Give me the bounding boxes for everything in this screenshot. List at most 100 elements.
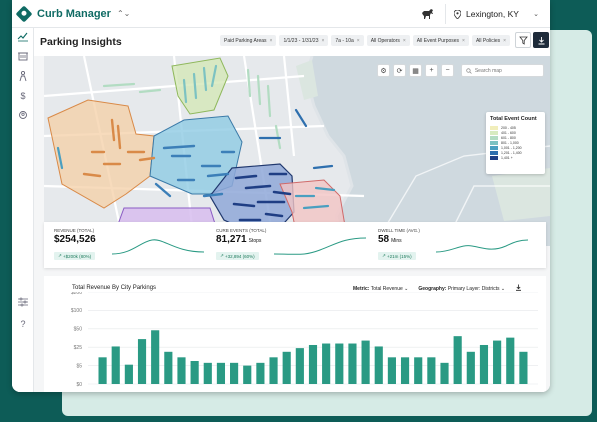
zoom-out-icon[interactable]: − [441, 64, 454, 77]
group-icon[interactable] [17, 110, 29, 122]
settings-icon[interactable]: ⚙ [377, 64, 390, 77]
stat-delta-value: +$200k (80%) [63, 253, 92, 259]
chart-bar[interactable] [243, 365, 252, 384]
chart-bar[interactable] [137, 339, 147, 384]
chart-bar[interactable] [216, 362, 226, 384]
y-tick-label: $50 [74, 327, 83, 333]
page-header: Parking Insights Paid Parking Areas × 1/1… [34, 28, 550, 56]
person-icon[interactable] [17, 70, 29, 82]
chart-bar[interactable] [295, 348, 304, 384]
legend-swatch [490, 150, 498, 155]
funnel-icon [518, 36, 528, 45]
legend-item: 1,401 + [490, 155, 541, 160]
chart-bar[interactable] [98, 357, 107, 384]
filter-chip[interactable]: All Policies × [471, 35, 511, 46]
legend-label: 1,201 - 1,400 [501, 150, 522, 155]
chart-bar[interactable] [322, 343, 331, 384]
chart-bar[interactable] [164, 351, 173, 384]
app-window: Curb Manager ⌃⌄ Lexington, KY ⌄ $ ? Park… [12, 0, 550, 392]
chart-bar[interactable] [427, 357, 436, 384]
close-icon[interactable]: × [462, 38, 465, 44]
top-bar: Curb Manager ⌃⌄ Lexington, KY ⌄ [12, 0, 550, 28]
download-button[interactable] [533, 32, 549, 48]
chart-bar[interactable] [203, 362, 212, 384]
chart-bar[interactable] [414, 357, 423, 384]
geography-selector[interactable]: Geography: Primary Layer: Districts ⌄ [418, 286, 505, 292]
revenue-chart-card: Total Revenue By City Parkings Metric: T… [44, 276, 546, 392]
zoom-in-icon[interactable]: + [425, 64, 438, 77]
filter-chip[interactable]: All Operators × [366, 35, 410, 46]
layers-icon[interactable]: ▦ [409, 64, 422, 77]
filter-chip-label: All Operators [370, 37, 400, 44]
location-selector[interactable]: Lexington, KY ⌄ [445, 4, 545, 24]
map-view[interactable]: ⚙ ⟳ ▦ + − Total Event Count 200 - 405 40… [44, 56, 550, 246]
stat-delta: ↗ +21m (15%) [378, 252, 416, 260]
geography-label: Geography: [418, 285, 447, 292]
stat-delta: ↗ +32,894 (60%) [216, 252, 259, 260]
filter-chip[interactable]: All Event Purposes × [412, 35, 469, 46]
filter-chip-label: Paid Parking Areas [224, 37, 267, 44]
refresh-icon[interactable]: ⟳ [393, 64, 406, 77]
filter-chip[interactable]: Paid Parking Areas × [220, 35, 277, 46]
chart-bar[interactable] [400, 357, 410, 384]
close-icon[interactable]: × [403, 38, 406, 44]
help-icon[interactable]: ? [17, 318, 29, 330]
legend-swatch [490, 155, 498, 160]
chart-bar[interactable] [466, 351, 475, 384]
chart-bar[interactable] [177, 357, 186, 384]
chart-bar[interactable] [440, 362, 449, 384]
filter-chip[interactable]: 7a - 10a × [331, 35, 364, 46]
close-icon[interactable]: × [357, 38, 360, 44]
legend-title: Total Event Count [490, 116, 537, 122]
legend-label: 1,001 - 1,200 [501, 145, 522, 150]
chevron-down-icon: ⌄ [533, 11, 539, 18]
chart-bar[interactable] [282, 351, 291, 384]
close-icon[interactable]: × [270, 38, 273, 44]
search-icon [466, 67, 472, 74]
sliders-icon[interactable] [17, 296, 29, 308]
chart-bar[interactable] [374, 346, 383, 384]
chart-bar[interactable] [453, 336, 462, 384]
close-icon[interactable]: × [503, 38, 506, 44]
filter-button[interactable] [515, 32, 531, 48]
chart-bar[interactable] [124, 364, 133, 384]
chart-bar[interactable] [256, 362, 265, 384]
chart-bar[interactable] [519, 351, 528, 384]
stat-number: $254,526 [54, 234, 96, 245]
chart-bar[interactable] [361, 340, 370, 384]
map-search[interactable] [461, 64, 544, 77]
chart-bar[interactable] [335, 343, 344, 384]
chart-bar[interactable] [269, 357, 278, 384]
stat-unit: Mins [391, 238, 402, 244]
chart-bar[interactable] [348, 343, 357, 384]
sparkline [112, 239, 204, 255]
chart-bar[interactable] [151, 330, 160, 384]
app-switcher[interactable]: Curb Manager ⌃⌄ [15, 5, 131, 22]
chart-bar[interactable] [387, 357, 396, 384]
map-canvas[interactable] [44, 56, 550, 246]
map-controls: ⚙ ⟳ ▦ + − [377, 64, 454, 77]
chevron-updown-icon: ⌃⌄ [116, 9, 131, 18]
stat-delta-value: +32,894 (60%) [225, 253, 255, 259]
chart-bar[interactable] [190, 361, 199, 384]
chart-bar[interactable] [230, 362, 239, 384]
filter-chip[interactable]: 1/1/23 - 1/31/23 × [279, 35, 329, 46]
chevron-down-icon: ⌄ [404, 285, 409, 292]
chart-bar[interactable] [111, 346, 120, 384]
legend-swatch [490, 145, 498, 150]
chart-title: Total Revenue By City Parkings [72, 285, 157, 291]
stat-delta-value: +21m (15%) [387, 253, 412, 259]
chart-bar[interactable] [493, 340, 502, 384]
metric-selector[interactable]: Metric: Total Revenue ⌄ [353, 286, 408, 292]
map-search-input[interactable] [474, 67, 543, 74]
chart-bar[interactable] [308, 344, 318, 384]
building-icon[interactable] [17, 50, 29, 62]
chart-bar[interactable] [479, 344, 489, 384]
chart-bar[interactable] [506, 337, 515, 384]
chart-line-icon[interactable] [17, 30, 29, 42]
legend-label: 801 - 1,000 [501, 140, 519, 145]
filter-chip-label: All Event Purposes [416, 37, 460, 44]
dollar-icon[interactable]: $ [17, 90, 29, 102]
close-icon[interactable]: × [321, 38, 324, 44]
stats-bar: REVENUE (TOTAL) $254,526 ↗ +$200k (80%) … [44, 222, 546, 268]
